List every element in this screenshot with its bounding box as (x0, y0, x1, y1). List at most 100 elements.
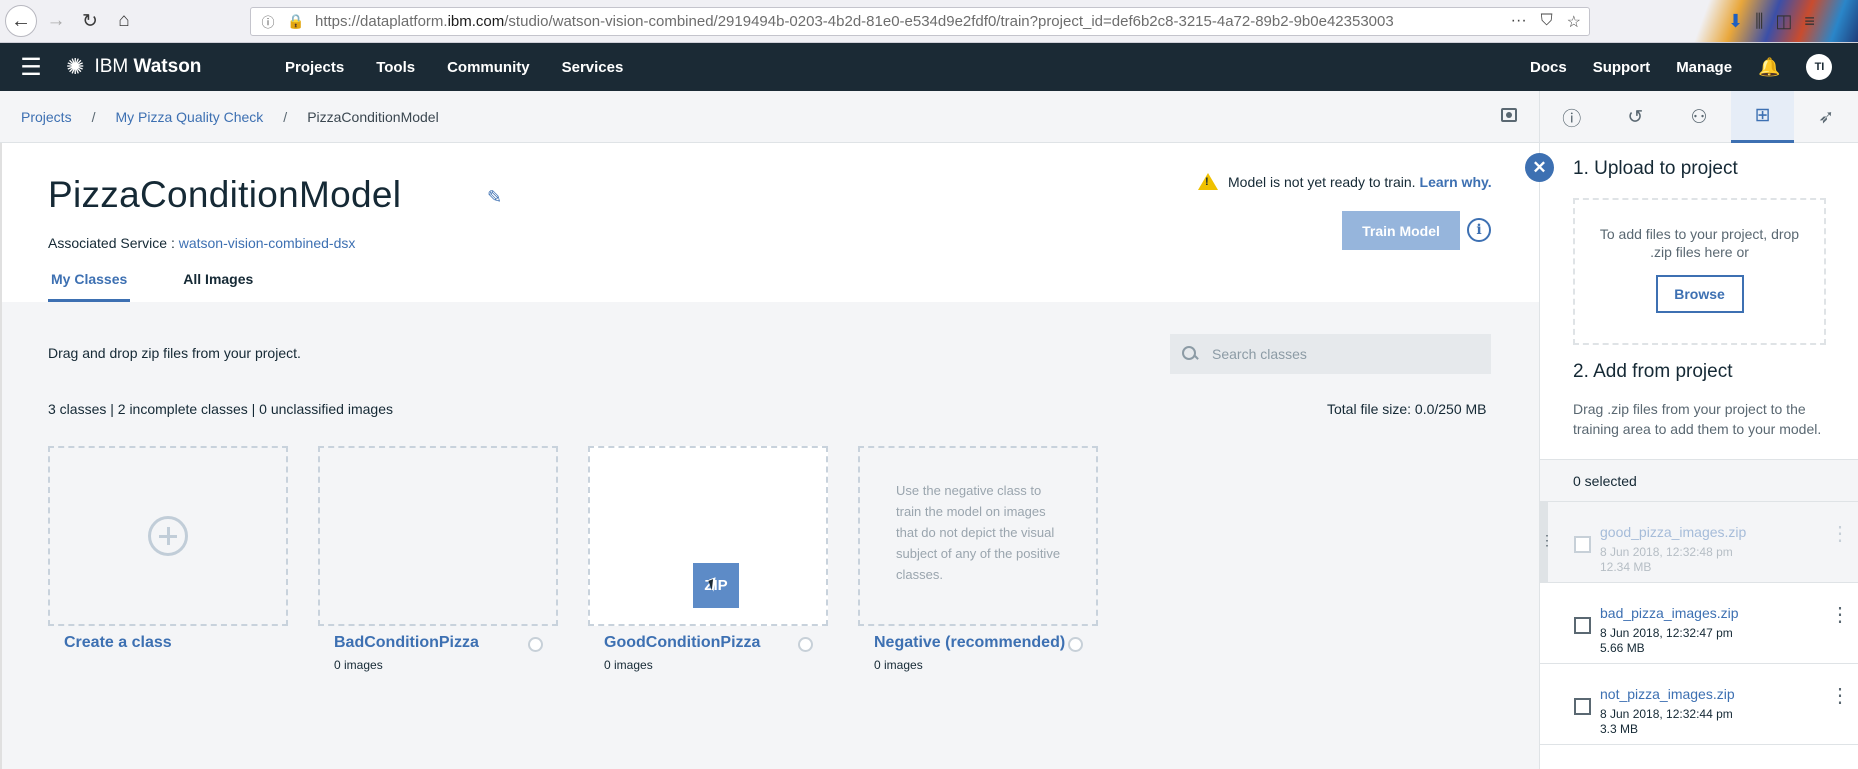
pocket-icon[interactable]: ⛉ (1541, 12, 1553, 32)
nav-docs[interactable]: Docs (1530, 59, 1567, 76)
lock-icon: 🔒 (287, 13, 305, 29)
search-classes-input[interactable]: Search classes (1170, 334, 1491, 374)
collaborators-icon[interactable]: ⚇ (1667, 91, 1731, 143)
history-icon[interactable]: ↺ (1604, 91, 1668, 143)
upload-dropzone[interactable]: To add files to your project, drop .zip … (1573, 198, 1826, 345)
selected-count: 0 selected (1540, 459, 1858, 502)
sidebar-icon[interactable]: ◫ (1775, 11, 1792, 32)
file-size: 3.3 MB (1600, 722, 1639, 736)
nav-services[interactable]: Services (562, 59, 624, 76)
tab-my-classes[interactable]: My Classes (48, 271, 131, 302)
model-header: PizzaConditionModel ✎ Associated Service… (0, 143, 1539, 302)
search-icon (1182, 346, 1198, 362)
forward-arrow-icon[interactable]: → (41, 6, 71, 36)
browser-toolbar: ← → ↻ ⌂ ⓘ 🔒 https://dataplatform.ibm.com… (0, 0, 1858, 43)
left-edge (0, 143, 2, 769)
overflow-menu-icon[interactable]: ⋮ (1830, 686, 1850, 706)
breadcrumb-separator: / (91, 108, 96, 125)
data-panel: 1. Upload to project To add files to you… (1539, 143, 1858, 769)
create-class-link[interactable]: Create a class (64, 634, 172, 652)
drag-handle-icon[interactable] (1540, 502, 1554, 582)
class-name[interactable]: Negative (recommended) (874, 634, 1065, 652)
hamburger-menu-icon[interactable]: ☰ (0, 53, 62, 82)
upload-title: 1. Upload to project (1573, 158, 1738, 179)
class-radio[interactable] (798, 637, 813, 652)
breadcrumb-project[interactable]: My Pizza Quality Check (115, 109, 263, 125)
file-checkbox[interactable] (1574, 536, 1591, 553)
class-radio[interactable] (1068, 637, 1083, 652)
file-name[interactable]: bad_pizza_images.zip (1600, 605, 1739, 621)
browse-button[interactable]: Browse (1655, 275, 1744, 313)
file-item[interactable]: not_pizza_images.zip 8 Jun 2018, 12:32:4… (1540, 664, 1858, 745)
warning-text: Model is not yet ready to train. (1228, 173, 1416, 190)
file-item[interactable]: bad_pizza_images.zip 8 Jun 2018, 12:32:4… (1540, 583, 1858, 664)
class-name[interactable]: GoodConditionPizza (604, 634, 760, 652)
file-name[interactable]: good_pizza_images.zip (1600, 524, 1746, 540)
class-card[interactable] (318, 446, 558, 626)
class-card[interactable]: ZIP (588, 446, 828, 626)
info-icon[interactable]: ⓘ (1540, 91, 1604, 143)
compass-icon[interactable]: ➶ (1794, 91, 1858, 143)
breadcrumb: Projects / My Pizza Quality Check / Pizz… (0, 91, 1539, 143)
download-icon[interactable]: ⬇ (1728, 11, 1743, 32)
breadcrumb-separator: / (283, 108, 288, 125)
file-item[interactable]: good_pizza_images.zip 8 Jun 2018, 12:32:… (1540, 502, 1858, 583)
notification-bell-icon[interactable]: 🔔 (1758, 57, 1780, 78)
bookmark-star-icon[interactable]: ☆ (1567, 12, 1581, 32)
associated-service: Associated Service : watson-vision-combi… (48, 235, 355, 251)
class-image-count: 0 images (334, 658, 383, 672)
learn-why-link[interactable]: Learn why. (1420, 174, 1492, 190)
tab-all-images[interactable]: All Images (180, 271, 256, 302)
class-image-count: 0 images (604, 658, 653, 672)
reload-icon[interactable]: ↻ (75, 6, 105, 36)
info-circle-icon[interactable]: i (1467, 218, 1491, 242)
side-panel-tabs: ⓘ ↺ ⚇ ⊞ ➶ (1539, 91, 1858, 143)
top-navigation: ☰ ✺ IBM Watson Projects Tools Community … (0, 43, 1858, 91)
nav-community[interactable]: Community (447, 59, 530, 76)
home-icon[interactable]: ⌂ (109, 6, 139, 36)
info-circle-icon[interactable]: ⓘ (257, 12, 279, 31)
nav-tools[interactable]: Tools (376, 59, 415, 76)
breadcrumb-current: PizzaConditionModel (307, 108, 439, 125)
browser-extensions: ⬇ ⫼ ◫ ≡ (1600, 0, 1858, 42)
breadcrumb-projects[interactable]: Projects (21, 109, 72, 125)
add-circle-icon (148, 516, 188, 556)
nav-projects[interactable]: Projects (285, 59, 344, 76)
overflow-menu-icon[interactable]: ⋮ (1830, 524, 1850, 544)
url-bar[interactable]: ⓘ 🔒 https://dataplatform.ibm.com/studio/… (250, 7, 1590, 36)
nav-support[interactable]: Support (1593, 59, 1651, 76)
brand[interactable]: ✺ IBM Watson (66, 54, 201, 80)
class-stats: 3 classes | 2 incomplete classes | 0 unc… (48, 401, 393, 417)
add-from-project-description: Drag .zip files from your project to the… (1573, 401, 1822, 437)
data-assets-icon[interactable]: ⊞ (1730, 91, 1795, 143)
warning-triangle-icon (1198, 173, 1218, 190)
back-arrow-icon[interactable]: ← (5, 5, 37, 37)
create-class-card[interactable] (48, 446, 288, 626)
nav-manage[interactable]: Manage (1676, 59, 1732, 76)
menu-icon[interactable]: ≡ (1804, 11, 1815, 32)
negative-class-hint: Use the negative class to train the mode… (896, 483, 1061, 582)
file-date: 8 Jun 2018, 12:32:48 pm (1600, 545, 1733, 559)
avatar[interactable]: TI (1806, 54, 1833, 80)
associated-service-label: Associated Service : (48, 235, 179, 251)
camera-icon[interactable] (1501, 108, 1517, 122)
search-placeholder: Search classes (1212, 346, 1307, 362)
app-root: { "browser": { "url_prefix": "https://da… (0, 0, 1858, 769)
file-date: 8 Jun 2018, 12:32:47 pm (1600, 626, 1733, 640)
file-checkbox[interactable] (1574, 617, 1591, 634)
add-from-project-title: 2. Add from project (1573, 361, 1733, 382)
negative-class-card[interactable]: Use the negative class to train the mode… (858, 446, 1098, 626)
more-dots-icon[interactable]: ··· (1511, 12, 1527, 32)
file-date: 8 Jun 2018, 12:32:44 pm (1600, 707, 1733, 721)
train-model-button[interactable]: Train Model (1342, 211, 1460, 250)
pencil-edit-icon[interactable]: ✎ (487, 187, 502, 208)
file-checkbox[interactable] (1574, 698, 1591, 715)
associated-service-link[interactable]: watson-vision-combined-dsx (179, 235, 356, 251)
class-name[interactable]: BadConditionPizza (334, 634, 479, 652)
class-radio[interactable] (528, 637, 543, 652)
library-icon[interactable]: ⫼ (1755, 11, 1763, 32)
file-name[interactable]: not_pizza_images.zip (1600, 686, 1735, 702)
overflow-menu-icon[interactable]: ⋮ (1830, 605, 1850, 625)
close-panel-icon[interactable]: ✕ (1525, 153, 1554, 182)
not-ready-warning: Model is not yet ready to train. Learn w… (1198, 173, 1492, 190)
